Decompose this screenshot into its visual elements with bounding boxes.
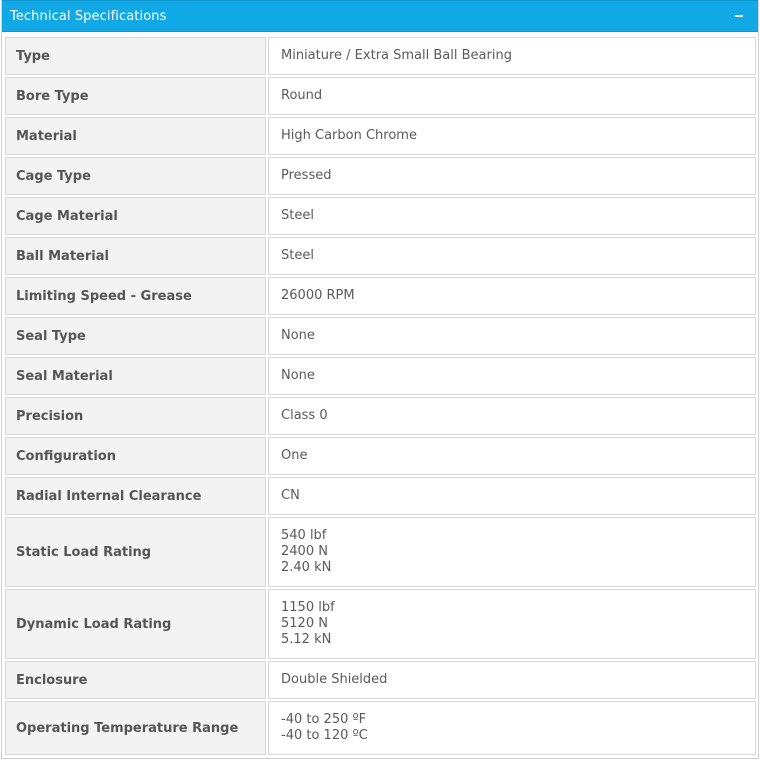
spec-value: Steel (268, 237, 756, 275)
spec-value-line: Class 0 (281, 408, 328, 423)
spec-value-line: Pressed (281, 168, 332, 183)
spec-value-line: Steel (281, 248, 314, 263)
table-row: Seal Material None (5, 357, 756, 395)
spec-value: Class 0 (268, 397, 756, 435)
spec-label: Radial Internal Clearance (5, 477, 266, 515)
spec-value-line: 2.40 kN (281, 560, 332, 575)
spec-value-line: Steel (281, 208, 314, 223)
spec-label: Seal Material (5, 357, 266, 395)
spec-value-line: High Carbon Chrome (281, 128, 417, 143)
table-row: Configuration One (5, 437, 756, 475)
spec-value-line: -40 to 250 ºF (281, 712, 367, 727)
spec-value-line: 5120 N (281, 616, 328, 631)
table-row: Radial Internal Clearance CN (5, 477, 756, 515)
spec-value-line: 2400 N (281, 544, 328, 559)
spec-value-line: 540 lbf (281, 528, 327, 543)
spec-value: Pressed (268, 157, 756, 195)
spec-label: Cage Material (5, 197, 266, 235)
spec-value: One (268, 437, 756, 475)
spec-label: Material (5, 117, 266, 155)
spec-value: 1150 lbf 5120 N 5.12 kN (268, 589, 756, 659)
spec-value-line: 5.12 kN (281, 632, 332, 647)
spec-value: High Carbon Chrome (268, 117, 756, 155)
panel-title: Technical Specifications (10, 8, 167, 24)
table-row: Type Miniature / Extra Small Ball Bearing (5, 37, 756, 75)
table-row: Operating Temperature Range -40 to 250 ºF… (5, 701, 756, 755)
table-row: Precision Class 0 (5, 397, 756, 435)
spec-value: CN (268, 477, 756, 515)
spec-value-line: -40 to 120 ºC (281, 728, 368, 743)
table-row: Enclosure Double Shielded (5, 661, 756, 699)
spec-value-line: 1150 lbf (281, 600, 335, 615)
table-row: Limiting Speed - Grease 26000 RPM (5, 277, 756, 315)
spec-label: Static Load Rating (5, 517, 266, 587)
spec-value: 26000 RPM (268, 277, 756, 315)
spec-value-line: One (281, 448, 308, 463)
spec-value-line: Round (281, 88, 323, 103)
spec-value: Round (268, 77, 756, 115)
spec-value: -40 to 250 ºF -40 to 120 ºC (268, 701, 756, 755)
table-row: Ball Material Steel (5, 237, 756, 275)
spec-label: Operating Temperature Range (5, 701, 266, 755)
table-row: Dynamic Load Rating 1150 lbf 5120 N 5.12 kN (5, 589, 756, 659)
spec-value-line: None (281, 368, 315, 383)
spec-value-line: Miniature / Extra Small Ball Bearing (281, 48, 512, 63)
minus-icon[interactable] (732, 9, 746, 23)
spec-label: Seal Type (5, 317, 266, 355)
table-row: Cage Material Steel (5, 197, 756, 235)
spec-table: Type Miniature / Extra Small Ball Bearing… (5, 35, 756, 757)
spec-label: Type (5, 37, 266, 75)
spec-label: Configuration (5, 437, 266, 475)
table-row: Seal Type None (5, 317, 756, 355)
spec-value: None (268, 317, 756, 355)
table-row: Cage Type Pressed (5, 157, 756, 195)
spec-value: None (268, 357, 756, 395)
spec-label: Cage Type (5, 157, 266, 195)
spec-table-body: Type Miniature / Extra Small Ball Bearing… (5, 37, 756, 755)
spec-label: Bore Type (5, 77, 266, 115)
spec-value-line: 26000 RPM (281, 288, 355, 303)
panel-header[interactable]: Technical Specifications (2, 0, 758, 32)
spec-label: Ball Material (5, 237, 266, 275)
table-row: Bore Type Round (5, 77, 756, 115)
spec-label: Dynamic Load Rating (5, 589, 266, 659)
table-row: Material High Carbon Chrome (5, 117, 756, 155)
technical-specifications-panel: Technical Specifications Type Miniature /… (1, 0, 759, 759)
spec-label: Limiting Speed - Grease (5, 277, 266, 315)
spec-value-line: None (281, 328, 315, 343)
spec-label: Enclosure (5, 661, 266, 699)
spec-value: Steel (268, 197, 756, 235)
spec-value: 540 lbf 2400 N 2.40 kN (268, 517, 756, 587)
table-row: Static Load Rating 540 lbf 2400 N 2.40 kN (5, 517, 756, 587)
spec-label: Precision (5, 397, 266, 435)
spec-value-line: CN (281, 488, 300, 503)
spec-value-line: Double Shielded (281, 672, 388, 687)
spec-value: Miniature / Extra Small Ball Bearing (268, 37, 756, 75)
spec-value: Double Shielded (268, 661, 756, 699)
